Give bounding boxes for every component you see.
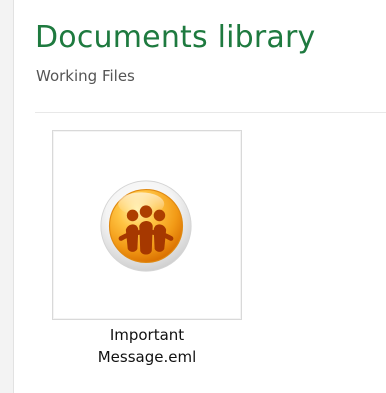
explorer-content-pane: Documents library Working Files Importan…: [0, 0, 386, 393]
lotus-notes-mail-icon[interactable]: [98, 178, 194, 274]
navigation-pane-edge: [0, 0, 14, 393]
file-name[interactable]: Important Message.eml: [52, 324, 242, 368]
file-thumbnail-frame[interactable]: [52, 130, 242, 320]
header-divider: [35, 112, 386, 113]
library-title: Documents library: [35, 20, 316, 55]
file-name-line-1[interactable]: Important: [52, 324, 242, 346]
file-item-important-message[interactable]: Important Message.eml: [52, 130, 242, 380]
library-subtitle: Working Files: [36, 67, 135, 85]
file-name-line-2[interactable]: Message.eml: [52, 346, 242, 368]
